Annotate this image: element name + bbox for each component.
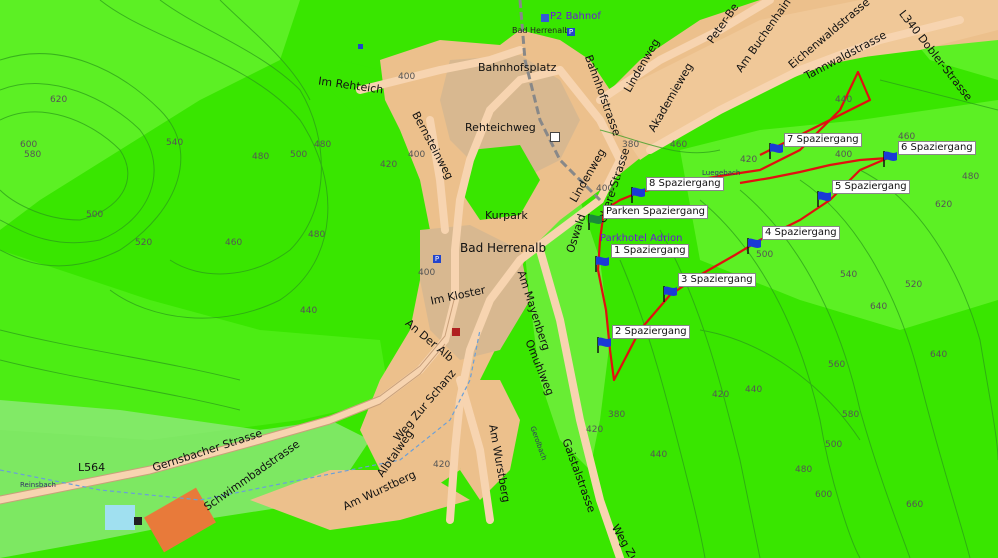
stream-label-reinsbach: Reinsbach: [20, 481, 56, 489]
contour-label: 560: [828, 360, 846, 370]
contour-label: 460: [225, 238, 243, 248]
poi-icon: [358, 44, 363, 49]
contour-label: 460: [670, 140, 688, 150]
contour-label: 580: [24, 150, 42, 160]
station-label: Bad Herrenalb: [512, 26, 570, 35]
bus-stop-icon[interactable]: [550, 132, 560, 142]
contour-label: 600: [815, 490, 833, 500]
contour-label: 380: [608, 410, 626, 420]
contour-label: 660: [906, 500, 924, 510]
flag-icon[interactable]: [630, 186, 646, 204]
parking-icon[interactable]: P: [567, 28, 575, 36]
flag-icon[interactable]: [587, 213, 603, 231]
flag-icon[interactable]: [594, 255, 610, 273]
contour-label: 640: [930, 350, 948, 360]
contour-label: 480: [795, 465, 813, 475]
contour-label: 440: [835, 95, 853, 105]
contour-label: 640: [870, 302, 888, 312]
parking-icon[interactable]: P: [433, 255, 441, 263]
contour-label: 420: [433, 460, 451, 470]
contour-label: 420: [380, 160, 398, 170]
contour-label: 620: [935, 200, 953, 210]
contour-label: 480: [252, 152, 270, 162]
waypoint-label-3[interactable]: 3 Spaziergang: [678, 273, 756, 287]
contour-label: 420: [586, 425, 604, 435]
contour-label: 400: [418, 268, 436, 278]
parking-label-p2: P2 Bahnof: [550, 11, 601, 22]
contour-label: 620: [50, 95, 68, 105]
contour-label: 480: [314, 140, 332, 150]
contour-label: 400: [835, 150, 853, 160]
flag-icon[interactable]: [768, 142, 784, 160]
street-label-bahnhofsplatz: Bahnhofsplatz: [478, 61, 557, 74]
contour-label: 500: [290, 150, 308, 160]
waypoint-label-7[interactable]: 7 Spaziergang: [784, 133, 862, 147]
contour-label: 400: [398, 72, 416, 82]
stream-label-luegebach: Luegebach: [702, 169, 741, 177]
road-label-l564: L564: [78, 461, 106, 474]
flag-icon[interactable]: [816, 190, 832, 208]
flag-icon[interactable]: [662, 285, 678, 303]
contour-label: 600: [20, 140, 38, 150]
waypoint-label-6[interactable]: 6 Spaziergang: [898, 141, 976, 155]
swimming-icon: [134, 517, 142, 525]
waypoint-label-2[interactable]: 2 Spaziergang: [612, 325, 690, 339]
waypoint-label-4[interactable]: 4 Spaziergang: [762, 226, 840, 240]
contour-label: 520: [905, 280, 923, 290]
contour-label: 420: [712, 390, 730, 400]
contour-label: 580: [842, 410, 860, 420]
waypoint-label-parken[interactable]: Parken Spaziergang: [603, 205, 709, 219]
contour-label: 540: [166, 138, 184, 148]
street-label-rehteichweg: Rehteichweg: [465, 121, 536, 134]
town-label: Bad Herrenalb: [460, 241, 547, 255]
contour-label: 500: [825, 440, 843, 450]
place-label-kurpark: Kurpark: [485, 209, 528, 222]
contour-label: 440: [300, 306, 318, 316]
contour-label: 480: [308, 230, 326, 240]
map-canvas[interactable]: 620 580 600 520 500 480 460 540 500 480 …: [0, 0, 998, 558]
contour-label: 440: [745, 385, 763, 395]
flag-icon[interactable]: [746, 237, 762, 255]
contour-label: 440: [650, 450, 668, 460]
contour-label: 500: [86, 210, 104, 220]
contour-label: 540: [840, 270, 858, 280]
contour-label: 480: [962, 172, 980, 182]
flag-icon[interactable]: [882, 150, 898, 168]
flag-icon[interactable]: [596, 336, 612, 354]
contour-label: 420: [740, 155, 758, 165]
waypoint-label-5[interactable]: 5 Spaziergang: [832, 180, 910, 194]
waypoint-label-8[interactable]: 8 Spaziergang: [646, 177, 724, 191]
station-icon[interactable]: [541, 14, 549, 22]
hotel-label: Parkhotel Adrion: [600, 233, 683, 244]
church-icon[interactable]: [452, 328, 460, 336]
contour-label: 400: [408, 150, 426, 160]
contour-label: 520: [135, 238, 153, 248]
waypoint-label-1[interactable]: 1 Spaziergang: [611, 244, 689, 258]
